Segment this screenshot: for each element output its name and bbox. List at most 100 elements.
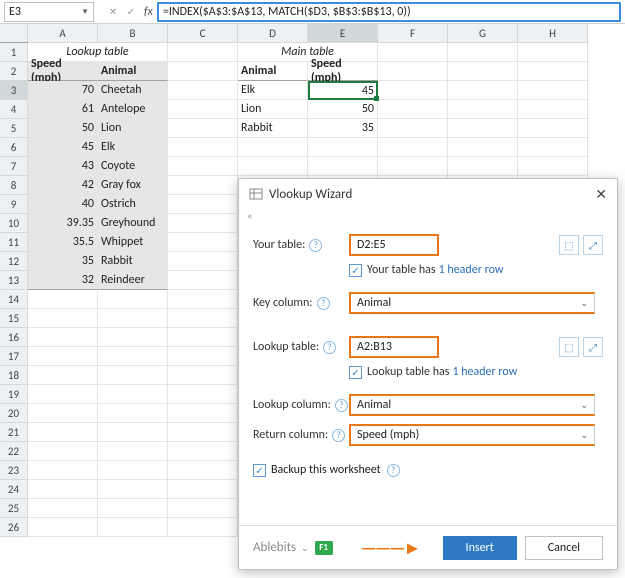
cell[interactable] — [378, 119, 448, 138]
cell[interactable] — [98, 423, 168, 442]
cell[interactable]: 61 — [28, 100, 98, 119]
cell[interactable] — [168, 404, 238, 423]
hdr-animal-main[interactable]: Animal — [238, 62, 308, 81]
cell[interactable] — [98, 328, 168, 347]
cell[interactable] — [28, 518, 98, 537]
row-header[interactable]: 9 — [0, 195, 28, 214]
cell[interactable] — [168, 81, 238, 100]
cell[interactable] — [168, 309, 238, 328]
cell[interactable] — [28, 366, 98, 385]
cell[interactable]: 42 — [28, 176, 98, 195]
close-icon[interactable]: ✕ — [595, 186, 607, 203]
cell[interactable]: 35 — [308, 119, 378, 138]
dialog-titlebar[interactable]: Vlookup Wizard ✕ — [239, 179, 617, 209]
your-table-input[interactable]: D2:E5 — [349, 234, 439, 256]
cell[interactable] — [238, 157, 308, 176]
cell[interactable] — [98, 404, 168, 423]
cell[interactable] — [28, 499, 98, 518]
cell[interactable] — [28, 309, 98, 328]
cell[interactable] — [518, 119, 588, 138]
chevron-down-icon[interactable]: ▼ — [81, 7, 89, 17]
row-header[interactable]: 13 — [0, 271, 28, 290]
cell[interactable] — [168, 461, 238, 480]
cell[interactable]: 70 — [28, 81, 98, 100]
row-header[interactable]: 11 — [0, 233, 28, 252]
cell[interactable] — [168, 518, 238, 537]
cell[interactable] — [308, 138, 378, 157]
row-header[interactable]: 8 — [0, 176, 28, 195]
cell[interactable] — [98, 499, 168, 518]
cell[interactable]: Cheetah — [98, 81, 168, 100]
cell[interactable] — [28, 347, 98, 366]
cell[interactable]: Reindeer — [98, 271, 168, 290]
cell[interactable] — [448, 43, 518, 62]
cell[interactable] — [28, 385, 98, 404]
row-header[interactable]: 6 — [0, 138, 28, 157]
cell[interactable] — [378, 43, 448, 62]
cell[interactable]: 45 — [28, 138, 98, 157]
row-header[interactable]: 23 — [0, 461, 28, 480]
col-header[interactable]: C — [168, 24, 238, 43]
cell[interactable] — [28, 442, 98, 461]
row-header[interactable]: 14 — [0, 290, 28, 309]
row-header[interactable]: 24 — [0, 480, 28, 499]
cell[interactable] — [98, 290, 168, 309]
cell[interactable] — [448, 119, 518, 138]
row-header[interactable]: 20 — [0, 404, 28, 423]
cell[interactable] — [518, 43, 588, 62]
cell[interactable] — [98, 385, 168, 404]
cell[interactable] — [168, 366, 238, 385]
cell[interactable]: 50 — [308, 100, 378, 119]
row-header[interactable]: 4 — [0, 100, 28, 119]
insert-button[interactable]: Insert — [443, 536, 517, 560]
cell[interactable] — [168, 214, 238, 233]
select-all-corner[interactable] — [0, 24, 28, 43]
cell[interactable] — [168, 43, 238, 62]
cell[interactable]: Elk — [98, 138, 168, 157]
expand-range-icon[interactable]: ⤢ — [583, 235, 603, 255]
collapse-icon[interactable]: « — [239, 209, 617, 225]
cell[interactable] — [168, 100, 238, 119]
cell[interactable] — [168, 157, 238, 176]
cell[interactable] — [168, 195, 238, 214]
help-icon[interactable]: ? — [309, 239, 322, 252]
row-header[interactable]: 2 — [0, 62, 28, 81]
cell[interactable] — [168, 271, 238, 290]
checkbox-checked-icon[interactable]: ✓ — [349, 366, 362, 379]
cell[interactable] — [168, 119, 238, 138]
col-header[interactable]: B — [98, 24, 168, 43]
cell[interactable] — [98, 366, 168, 385]
cell[interactable]: Coyote — [98, 157, 168, 176]
cell[interactable] — [98, 461, 168, 480]
row-header[interactable]: 1 — [0, 43, 28, 62]
cell[interactable]: Antelope — [98, 100, 168, 119]
expand-range-icon[interactable]: ⤢ — [583, 337, 603, 357]
select-range-icon[interactable]: ⬚ — [559, 235, 579, 255]
cell[interactable] — [518, 138, 588, 157]
cell[interactable] — [168, 480, 238, 499]
cell[interactable] — [28, 290, 98, 309]
cell[interactable] — [168, 233, 238, 252]
key-column-select[interactable]: Animal⌄ — [349, 292, 595, 314]
cell[interactable]: Elk — [238, 81, 308, 100]
cell[interactable] — [518, 100, 588, 119]
row-header[interactable]: 12 — [0, 252, 28, 271]
cell[interactable]: Rabbit — [98, 252, 168, 271]
cell[interactable] — [28, 423, 98, 442]
cell[interactable] — [168, 290, 238, 309]
cell[interactable] — [448, 81, 518, 100]
row-header[interactable]: 5 — [0, 119, 28, 138]
row-header[interactable]: 10 — [0, 214, 28, 233]
cell[interactable] — [378, 81, 448, 100]
cell[interactable] — [168, 423, 238, 442]
cell[interactable]: Rabbit — [238, 119, 308, 138]
cell[interactable] — [98, 347, 168, 366]
col-header[interactable]: F — [378, 24, 448, 43]
help-icon[interactable]: ? — [335, 399, 348, 412]
accept-formula-icon[interactable]: ✓ — [123, 4, 139, 20]
help-icon[interactable]: ? — [317, 297, 330, 310]
cell[interactable]: Whippet — [98, 233, 168, 252]
cell[interactable]: 40 — [28, 195, 98, 214]
row-header[interactable]: 15 — [0, 309, 28, 328]
cell[interactable] — [98, 480, 168, 499]
